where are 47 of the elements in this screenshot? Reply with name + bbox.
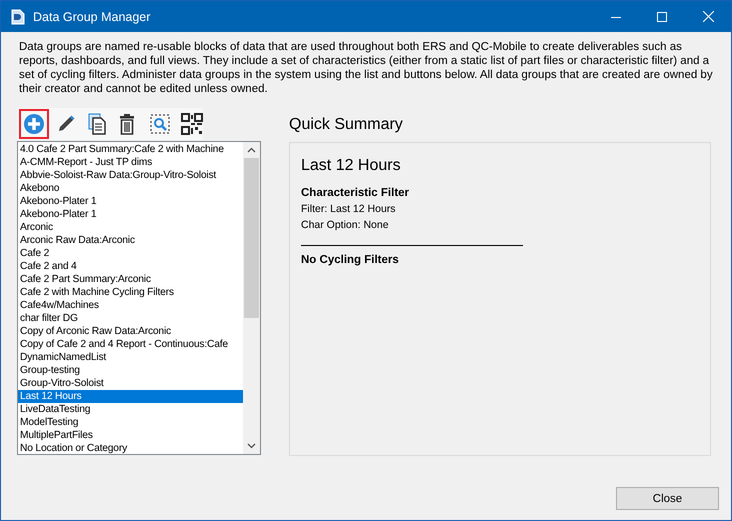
list-item[interactable]: Group-testing bbox=[18, 364, 243, 377]
close-icon bbox=[702, 11, 714, 22]
scroll-down-icon bbox=[247, 443, 256, 449]
summary-line: Filter: Last 12 Hours bbox=[301, 203, 397, 215]
list-item[interactable]: No Location or Category bbox=[18, 442, 243, 454]
list-item[interactable]: Cafe4w/Machines bbox=[18, 299, 243, 312]
summary-line: Char Option: None bbox=[301, 219, 390, 231]
list-item[interactable]: Last 12 Hours bbox=[18, 390, 243, 403]
list-item[interactable]: Group-Vitro-Soloist bbox=[18, 377, 243, 390]
list-item[interactable]: Akebono-Plater 1 bbox=[18, 195, 243, 208]
search-icon bbox=[150, 114, 170, 134]
summary-heading: Characteristic Filter bbox=[301, 187, 410, 199]
qr-code-icon bbox=[181, 113, 203, 135]
list-item[interactable]: Copy of Cafe 2 and 4 Report - Continuous:Cafe bbox=[18, 338, 243, 351]
window-title: Data Group Manager bbox=[33, 10, 150, 24]
list-item[interactable]: Arconic Raw Data:Arconic bbox=[18, 234, 243, 247]
list-item[interactable]: Cafe 2 with Machine Cycling Filters bbox=[18, 286, 243, 299]
copy-icon bbox=[87, 113, 107, 135]
list-item[interactable]: Copy of Arconic Raw Data:Arconic bbox=[18, 325, 243, 338]
description-text: Data groups are named re-usable blocks of data that are used throughout both ERS and QC-Mobile to create deliverables such as reports, dashboards, and full views. They include a set of characteristics (either from a static list of part files or characteristic filter) and a set of cycling filters. Administer data groups in the system using the list and buttons below. All data groups that are created are owned by their creator and cannot be edited unless owned. bbox=[19, 40, 714, 96]
trash-icon bbox=[118, 113, 136, 135]
list-item[interactable]: A-CMM-Report - Just TP dims bbox=[18, 156, 243, 169]
list-item[interactable]: DynamicNamedList bbox=[18, 351, 243, 364]
plus-icon bbox=[23, 113, 45, 135]
add-button[interactable] bbox=[19, 109, 49, 139]
summary-title: Last 12 Hours bbox=[301, 157, 402, 175]
section-heading: Quick Summary bbox=[289, 116, 404, 135]
list-item[interactable]: Abbvie-Soloist-Raw Data:Group-Vitro-Soloist bbox=[18, 169, 243, 182]
list-item[interactable]: Arconic bbox=[18, 221, 243, 234]
scrollbar[interactable] bbox=[243, 142, 260, 454]
close-dialog-button[interactable]: Close bbox=[616, 487, 719, 510]
list-item[interactable]: Cafe 2 bbox=[18, 247, 243, 260]
scroll-thumb[interactable] bbox=[244, 158, 259, 318]
list-item[interactable]: Akebono-Plater 1 bbox=[18, 208, 243, 221]
list-item[interactable]: LiveDataTesting bbox=[18, 403, 243, 416]
list-item[interactable]: Cafe 2 and 4 bbox=[18, 260, 243, 273]
list-item[interactable]: ModelTesting bbox=[18, 416, 243, 429]
pencil-icon bbox=[56, 114, 76, 134]
list-item[interactable]: MultiplePartFiles bbox=[18, 429, 243, 442]
list-item[interactable]: 4.0 Cafe 2 Part Summary:Cafe 2 with Machine bbox=[18, 143, 243, 156]
list-item[interactable]: Akebono bbox=[18, 182, 243, 195]
maximize-icon bbox=[657, 12, 667, 22]
list-item[interactable]: Cafe 2 Part Summary:Arconic bbox=[18, 273, 243, 286]
summary-heading: No Cycling Filters bbox=[301, 254, 400, 266]
app-icon bbox=[11, 8, 25, 24]
list-item[interactable]: char filter DG bbox=[18, 312, 243, 325]
scroll-up-icon bbox=[247, 147, 256, 153]
